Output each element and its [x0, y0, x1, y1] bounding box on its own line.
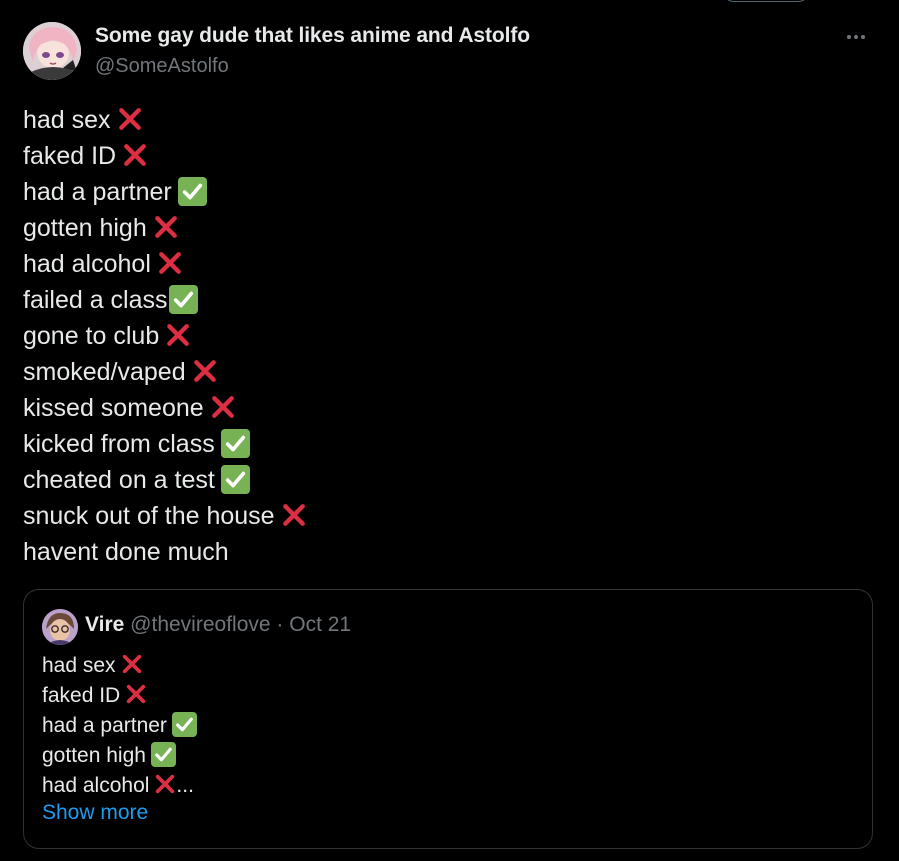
quoted-separator: ·: [276, 613, 284, 636]
quoted-author-avatar[interactable]: [42, 609, 78, 645]
cross-mark-icon: [192, 358, 218, 384]
header-pill[interactable]: [722, 0, 810, 2]
check-mark-icon: [150, 741, 176, 767]
tweet-line: cheated on a test: [23, 462, 307, 498]
check-mark-icon: [177, 176, 207, 206]
cross-mark-icon: [121, 653, 143, 675]
cross-mark-icon: [281, 502, 307, 528]
quoted-line: had a partner: [42, 711, 197, 741]
tweet-line: kissed someone: [23, 390, 307, 426]
quoted-date[interactable]: Oct 21: [289, 613, 351, 636]
quoted-tweet-card[interactable]: Vire @thevireoflove · Oct 21 had sex fak…: [23, 589, 873, 849]
author-display-name[interactable]: Some gay dude that likes anime and Astol…: [95, 24, 530, 48]
quoted-author-name[interactable]: Vire: [85, 613, 124, 636]
tweet-line: gone to club: [23, 318, 307, 354]
anime-avatar-icon: [23, 22, 81, 80]
check-mark-icon: [168, 284, 198, 314]
cross-mark-icon: [153, 214, 179, 240]
quoted-text: had sex faked ID had a partner gotten hi…: [42, 651, 197, 801]
tweet-line: faked ID: [23, 138, 307, 174]
tweet-line: had sex: [23, 102, 307, 138]
truncation-ellipsis: ...: [176, 774, 194, 797]
show-more-link[interactable]: Show more: [42, 801, 148, 825]
tweet-line: havent done much: [23, 538, 229, 566]
quoted-header: Vire @thevireoflove · Oct 21: [85, 613, 351, 637]
more-options-button[interactable]: [846, 28, 872, 46]
author-avatar[interactable]: [23, 22, 81, 80]
quoted-line: had alcohol...: [42, 773, 194, 797]
tweet-line: gotten high: [23, 210, 307, 246]
tweet-line: failed a class: [23, 282, 307, 318]
check-mark-icon: [220, 464, 250, 494]
tweet-line: had a partner: [23, 174, 307, 210]
cross-mark-icon: [157, 250, 183, 276]
quoted-line: gotten high: [42, 741, 197, 771]
quoted-line: had sex: [42, 651, 197, 681]
ellipsis-icon: [847, 35, 851, 39]
cross-mark-icon: [165, 322, 191, 348]
tweet-line: snuck out of the house: [23, 498, 307, 534]
check-mark-icon: [220, 428, 250, 458]
cross-mark-icon: [125, 683, 147, 705]
quoted-author-handle[interactable]: @thevireoflove: [130, 613, 270, 636]
tweet-line: had alcohol: [23, 246, 307, 282]
cross-mark-icon: [154, 773, 176, 795]
tweet-line: kicked from class: [23, 426, 307, 462]
cross-mark-icon: [122, 142, 148, 168]
author-handle[interactable]: @SomeAstolfo: [95, 55, 229, 78]
tweet-line: smoked/vaped: [23, 354, 307, 390]
check-mark-icon: [171, 711, 197, 737]
quoted-line: faked ID: [42, 681, 197, 711]
cross-mark-icon: [117, 106, 143, 132]
tweet-text: had sex faked ID had a partner gotten hi…: [23, 102, 307, 570]
vire-avatar-icon: [42, 609, 78, 645]
cross-mark-icon: [210, 394, 236, 420]
